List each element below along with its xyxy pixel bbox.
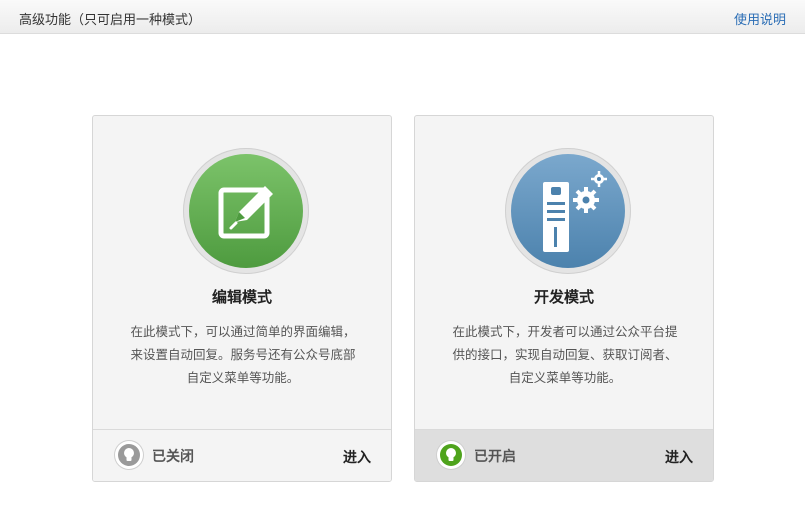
- developer-mode-footer: 已开启 进入: [415, 429, 713, 481]
- bulb-on-icon: [437, 441, 465, 469]
- edit-mode-enter-button[interactable]: 进入: [343, 447, 371, 467]
- dev-desc-line-1: 在此模式下，开发者可以通过公众平台提: [452, 324, 678, 339]
- page-title: 高级功能（只可启用一种模式）: [19, 13, 202, 28]
- edit-mode-status: 已关闭: [152, 449, 194, 465]
- developer-mode-description: 在此模式下，开发者可以通过公众平台提 供的接口，实现自动回复、获取订阅者、 自定…: [429, 320, 701, 389]
- edit-desc-line-2: 来设置自动回复。服务号还有公众号底部: [130, 347, 356, 362]
- developer-mode-title: 开发模式: [533, 288, 594, 306]
- edit-mode-description: 在此模式下，可以通过简单的界面编辑， 来设置自动回复。服务号还有公众号底部 自定…: [107, 320, 379, 389]
- bulb-off-icon: [115, 441, 143, 469]
- edit-desc-line-1: 在此模式下，可以通过简单的界面编辑，: [130, 324, 356, 339]
- developer-mode-icon-wrap: [505, 148, 631, 274]
- edit-mode-card: 编辑模式 在此模式下，可以通过简单的界面编辑， 来设置自动回复。服务号还有公众号…: [92, 115, 392, 482]
- developer-mode-status: 已开启: [474, 449, 516, 465]
- dev-desc-line-2: 供的接口，实现自动回复、获取订阅者、: [452, 347, 678, 362]
- top-bar: 高级功能（只可启用一种模式） 使用说明: [0, 0, 805, 34]
- developer-mode-enter-button[interactable]: 进入: [665, 447, 693, 467]
- server-gear-icon: [511, 154, 625, 268]
- edit-mode-icon-wrap: [183, 148, 309, 274]
- edit-mode-footer: 已关闭 进入: [93, 429, 391, 481]
- help-link[interactable]: 使用说明: [734, 9, 786, 28]
- edit-mode-title: 编辑模式: [211, 288, 272, 306]
- edit-desc-line-3: 自定义菜单等功能。: [186, 370, 300, 385]
- edit-pencil-icon: [189, 154, 303, 268]
- developer-mode-card: 开发模式 在此模式下，开发者可以通过公众平台提 供的接口，实现自动回复、获取订阅…: [414, 115, 714, 482]
- dev-desc-line-3: 自定义菜单等功能。: [508, 370, 622, 385]
